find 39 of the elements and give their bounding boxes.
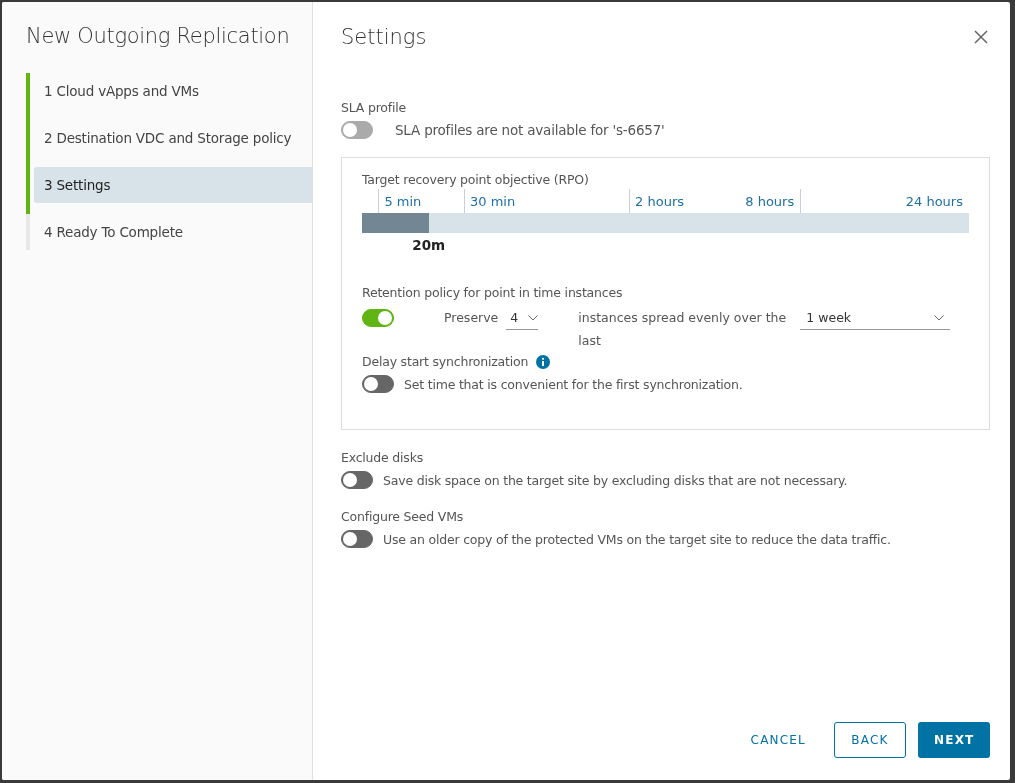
retention-description: instances spread evenly over the last [578,309,788,350]
toggle-description: Use an older copy of the protected VMs on the target site to reduce the data traffic. [383,531,891,547]
section-label: Configure Seed VMs [341,509,465,524]
wizard-step[interactable]: 4 Ready To Complete [34,214,312,250]
info-icon[interactable] [536,354,551,369]
slider-tick-label[interactable]: 24 hours [899,193,969,209]
slider-tick-label[interactable]: 8 hours [739,193,801,209]
preserve-label: Preserve [444,310,499,325]
slider-tick-label[interactable]: 5 min [378,193,428,209]
slider-tick-label[interactable]: 30 min [463,193,522,209]
caret-icon [528,314,539,321]
toggle-description: Set time that is convenient for the first synchronization. [404,376,743,392]
toggle-switch[interactable] [341,471,373,489]
cancel-button[interactable]: CANCEL [734,722,822,758]
page-title: Settings [341,25,427,49]
wizard-step[interactable]: 3 Settings [34,167,312,203]
wizard-title: New Outgoing Replication [26,24,291,48]
rpo-slider-track[interactable] [362,213,969,233]
section-label: Target recovery point objective (RPO) [362,172,590,187]
toggle-description: SLA profiles are not available for 's-6657' [395,122,665,138]
section-label: Exclude disks [341,450,424,465]
rpo-slider-fill[interactable] [362,213,429,233]
period-dropdown[interactable]: 1 week [800,306,951,330]
count-dropdown[interactable]: 4 [506,306,539,330]
toggle-switch[interactable] [362,309,394,327]
section-label: Delay start synchronization [362,354,529,369]
wizard-step[interactable]: 2 Destination VDC and Storage policy [34,120,312,156]
toggle-switch[interactable] [341,530,373,548]
toggle-description: Save disk space on the target site by excluding disks that are not necessary. [383,472,848,488]
toggle-switch[interactable] [362,375,394,393]
section-label: Retention policy for point in time instances [362,285,624,300]
next-button[interactable]: NEXT [918,722,990,758]
close-icon[interactable] [974,30,988,44]
slider-value: 20m [412,237,446,253]
section-label: SLA profile [341,100,407,115]
slider-tick-label[interactable]: 2 hours [629,193,690,209]
back-button[interactable]: BACK [834,722,906,758]
caret-icon [934,314,945,321]
wizard-step[interactable]: 1 Cloud vApps and VMs [34,73,312,109]
